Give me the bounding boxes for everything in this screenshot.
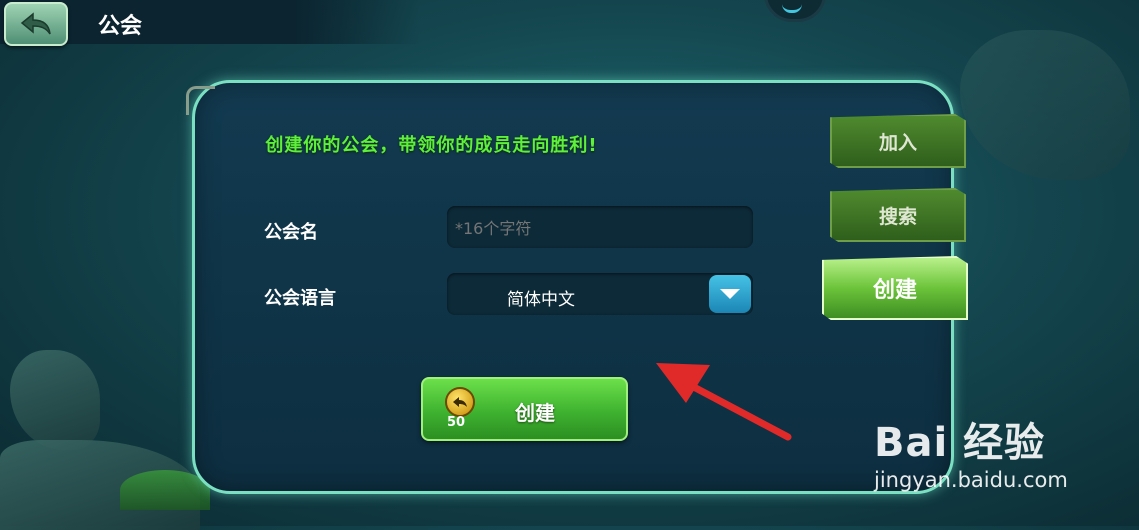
guild-name-label: 公会名 [264,222,318,243]
page-title: 公会 [98,14,143,39]
tab-join-label: 加入 [878,131,917,154]
guild-name-input[interactable] [453,218,737,239]
panel-corner-ornament [186,86,215,115]
red-annotation-arrow [656,363,792,441]
create-cost: 50 [447,415,466,430]
tab-join[interactable]: 加入 [830,114,966,168]
guild-language-label: 公会语言 [264,288,336,309]
create-guild-label: 创建 [515,401,555,425]
baidu-logo: Bai 经验 [874,420,1046,466]
back-arrow-icon [20,12,51,35]
guild-language-value: 简体中文 [507,290,575,310]
background-plant [120,470,210,510]
background-rock-left [10,350,100,450]
baidu-watermark: Bai 经验 jingyan.baidu.com [874,410,1068,492]
create-guild-button[interactable]: 50 创建 [421,377,628,441]
chevron-down-icon [720,289,740,299]
baidu-url: jingyan.baidu.com [874,468,1068,492]
background-rock-right [960,30,1130,180]
language-dropdown-button[interactable] [709,275,751,313]
back-button[interactable] [4,2,68,46]
tab-search-label: 搜索 [878,205,917,228]
tab-create-label: 创建 [872,278,917,303]
guild-name-field[interactable] [447,206,753,248]
coin-arrow-icon [453,397,467,407]
tab-search[interactable]: 搜索 [830,188,966,242]
tab-create[interactable]: 创建 [822,256,968,320]
guild-language-select[interactable]: 简体中文 [447,273,753,315]
gold-coin-icon [445,387,475,417]
